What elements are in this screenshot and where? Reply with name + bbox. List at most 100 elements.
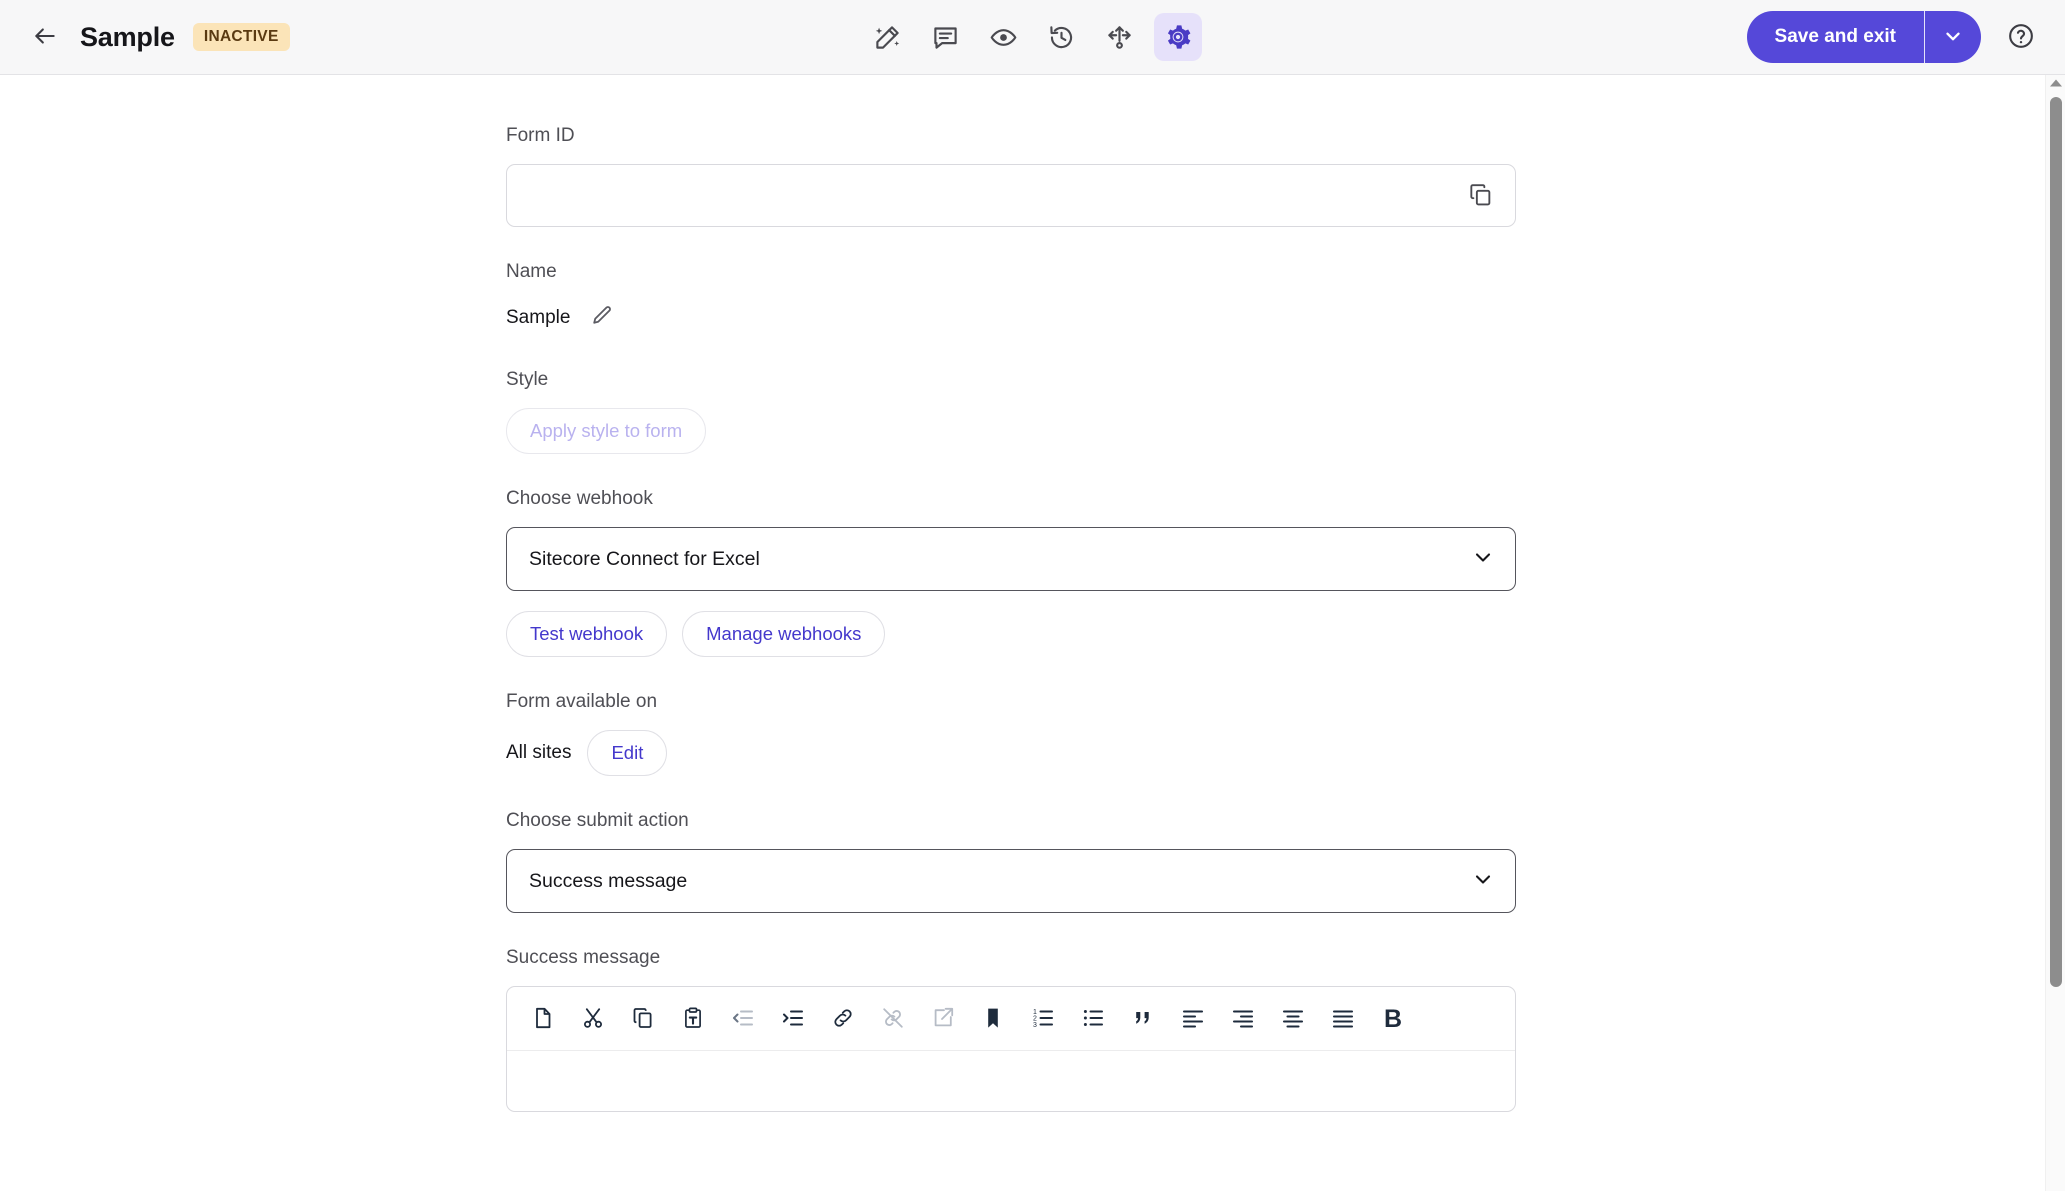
- save-and-exit-split-button: Save and exit: [1746, 11, 1981, 63]
- header-toolbar: [864, 13, 1202, 61]
- scrollbar-thumb[interactable]: [2050, 97, 2062, 987]
- link-button[interactable]: [821, 998, 865, 1040]
- blockquote-icon: [1131, 1006, 1155, 1033]
- vertical-scrollbar[interactable]: [2045, 75, 2065, 1191]
- outdent-icon: [731, 1006, 755, 1033]
- save-options-button[interactable]: [1925, 11, 1981, 63]
- available-on-row: All sites Edit: [506, 730, 1516, 776]
- webhook-label: Choose webhook: [506, 488, 653, 509]
- numbered-list-button[interactable]: 1 2 3: [1021, 998, 1065, 1040]
- form-id-group: Form ID: [506, 125, 1516, 227]
- name-value-row: Sample: [506, 300, 1516, 335]
- chevron-down-icon: [1471, 545, 1495, 574]
- align-left-button[interactable]: [1171, 998, 1215, 1040]
- name-group: Name Sample: [506, 261, 1516, 335]
- align-right-icon: [1231, 1006, 1255, 1033]
- edit-name-button[interactable]: [586, 300, 618, 335]
- copy-icon: [631, 1006, 655, 1033]
- webhook-selected-value: Sitecore Connect for Excel: [529, 547, 760, 570]
- submit-action-selected-value: Success message: [529, 869, 688, 892]
- anchor-bookmark-icon: [981, 1006, 1005, 1033]
- bullet-list-icon: [1081, 1006, 1105, 1033]
- anchor-button[interactable]: [971, 998, 1015, 1040]
- app-header: Sample INACTIVE Save and exit: [0, 0, 2065, 75]
- status-badge: INACTIVE: [192, 23, 290, 51]
- webhook-actions: Test webhook Manage webhooks: [506, 611, 1516, 657]
- available-on-group: Form available on All sites Edit: [506, 691, 1516, 776]
- preview-icon: [990, 24, 1017, 51]
- available-on-label: Form available on: [506, 691, 658, 712]
- scroll-up-button[interactable]: [2046, 75, 2065, 93]
- paste-text-icon: [681, 1006, 705, 1033]
- submit-action-select[interactable]: Success message: [506, 849, 1516, 913]
- numbered-list-icon: 1 2 3: [1031, 1006, 1055, 1033]
- external-link-icon: [931, 1006, 955, 1033]
- chevron-down-icon: [1471, 867, 1495, 896]
- copy-icon: [1468, 182, 1493, 210]
- history-button[interactable]: [1038, 13, 1086, 61]
- save-and-exit-button[interactable]: Save and exit: [1747, 11, 1924, 63]
- editor-content-area[interactable]: [507, 1051, 1515, 1111]
- justify-button[interactable]: [1321, 998, 1365, 1040]
- split-divider: [1924, 11, 1925, 63]
- success-message-label: Success message: [506, 947, 661, 968]
- style-label: Style: [506, 369, 549, 390]
- outdent-button[interactable]: [721, 998, 765, 1040]
- settings-panel: Form ID Name Sample Style Apply style to…: [0, 75, 2065, 1112]
- back-button[interactable]: [24, 16, 66, 58]
- submit-action-group: Choose submit action Success message: [506, 810, 1516, 913]
- unlink-icon: [881, 1006, 905, 1033]
- align-right-button[interactable]: [1221, 998, 1265, 1040]
- comments-icon: [932, 24, 959, 51]
- indent-button[interactable]: [771, 998, 815, 1040]
- copy-button[interactable]: [621, 998, 665, 1040]
- align-left-icon: [1181, 1006, 1205, 1033]
- bullet-list-button[interactable]: [1071, 998, 1115, 1040]
- rich-text-editor: 1 2 3 B: [506, 986, 1516, 1112]
- bold-button[interactable]: B: [1371, 998, 1415, 1040]
- paste-text-button[interactable]: [671, 998, 715, 1040]
- caret-up-icon: [2049, 75, 2063, 93]
- cut-icon: [581, 1006, 605, 1033]
- header-actions: Save and exit: [1746, 11, 2043, 63]
- link-icon: [831, 1006, 855, 1033]
- preview-button[interactable]: [980, 13, 1028, 61]
- help-button[interactable]: [1999, 15, 2043, 59]
- style-group: Style Apply style to form: [506, 369, 1516, 454]
- external-link-button[interactable]: [921, 998, 965, 1040]
- justify-icon: [1331, 1006, 1355, 1033]
- chevron-down-icon: [1942, 25, 1964, 50]
- name-value: Sample: [506, 306, 571, 328]
- design-icon: [874, 24, 901, 51]
- design-button[interactable]: [864, 13, 912, 61]
- test-webhook-button[interactable]: Test webhook: [506, 611, 668, 657]
- align-center-button[interactable]: [1271, 998, 1315, 1040]
- submit-action-label: Choose submit action: [506, 810, 689, 831]
- apply-style-button[interactable]: Apply style to form: [506, 408, 707, 454]
- form-id-field[interactable]: [506, 164, 1516, 227]
- move-button[interactable]: [1096, 13, 1144, 61]
- editor-toolbar: 1 2 3 B: [507, 987, 1515, 1051]
- arrow-left-icon: [32, 23, 58, 52]
- pencil-icon: [590, 304, 614, 331]
- available-on-value: All sites: [506, 742, 572, 763]
- svg-text:3: 3: [1033, 1021, 1037, 1028]
- form-id-label: Form ID: [506, 125, 575, 146]
- manage-webhooks-button[interactable]: Manage webhooks: [682, 611, 886, 657]
- page-title: Sample: [80, 21, 175, 52]
- name-label: Name: [506, 261, 557, 282]
- new-document-button[interactable]: [521, 998, 565, 1040]
- success-message-group: Success message 1 2 3 B: [506, 947, 1516, 1112]
- settings-button[interactable]: [1153, 13, 1202, 61]
- unlink-button[interactable]: [871, 998, 915, 1040]
- edit-sites-button[interactable]: Edit: [587, 730, 668, 776]
- settings-scroll-region: Form ID Name Sample Style Apply style to…: [0, 75, 2065, 1191]
- settings-gear-icon: [1164, 23, 1192, 51]
- form-id-input[interactable]: [525, 184, 1464, 207]
- blockquote-button[interactable]: [1121, 998, 1165, 1040]
- webhook-select[interactable]: Sitecore Connect for Excel: [506, 527, 1516, 591]
- copy-form-id-button[interactable]: [1464, 178, 1497, 214]
- indent-icon: [781, 1006, 805, 1033]
- cut-button[interactable]: [571, 998, 615, 1040]
- comments-button[interactable]: [922, 13, 970, 61]
